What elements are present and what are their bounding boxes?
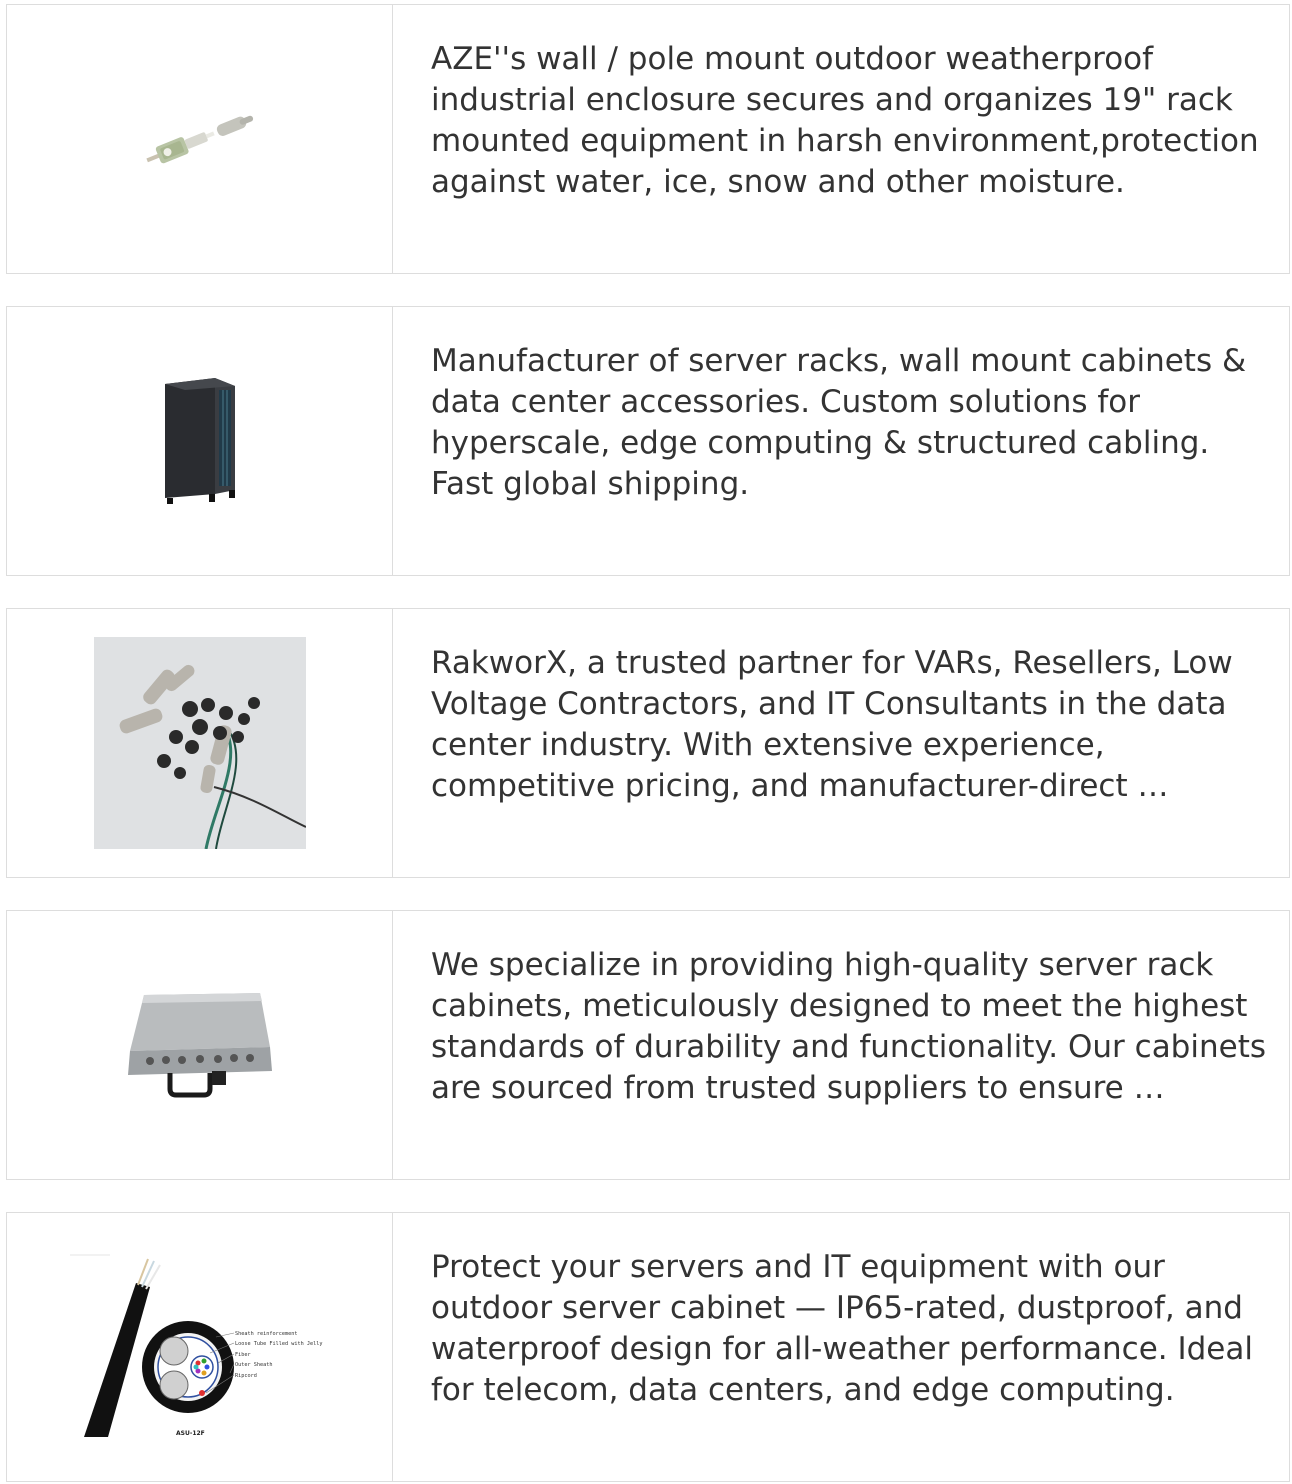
product-card[interactable]: Manufacturer of server racks, wall mount… [6,306,1290,576]
product-description: Protect your servers and IT equipment wi… [431,1249,1253,1408]
cable-connector-kit-image [93,637,306,849]
product-card[interactable]: Sheath reinforcement Loose Tube Filled w… [6,1212,1290,1482]
diagram-label: Ripcord [235,1373,257,1379]
fiber-cable-diagram-image: Sheath reinforcement Loose Tube Filled w… [69,1254,322,1437]
product-thumbnail[interactable] [7,5,393,273]
product-description: AZE''s wall / pole mount outdoor weather… [431,41,1259,200]
product-card[interactable]: We specialize in providing high-quality … [6,910,1290,1180]
lc-fiber-connector-image [145,115,253,164]
diagram-label: Fiber [235,1352,251,1358]
product-card[interactable]: RakworX, a trusted partner for VARs, Res… [6,608,1290,878]
diagram-label: Loose Tube Filled with Jelly [235,1341,322,1347]
diagram-label: Sheath reinforcement [235,1331,297,1337]
product-card[interactable]: AZE''s wall / pole mount outdoor weather… [6,4,1290,274]
product-thumbnail[interactable] [7,307,393,575]
product-thumbnail[interactable] [7,911,393,1179]
diagram-label: Outer Sheath [235,1362,272,1368]
server-rack-cabinet-image [164,378,235,504]
product-description: Manufacturer of server racks, wall mount… [431,343,1247,502]
product-thumbnail[interactable] [7,609,393,877]
product-description: We specialize in providing high-quality … [431,947,1267,1106]
diagram-caption: ASU-12F [176,1430,205,1437]
rack-mount-chassis-image [127,993,272,1098]
product-thumbnail[interactable]: Sheath reinforcement Loose Tube Filled w… [7,1213,393,1481]
product-description: RakworX, a trusted partner for VARs, Res… [431,645,1233,804]
